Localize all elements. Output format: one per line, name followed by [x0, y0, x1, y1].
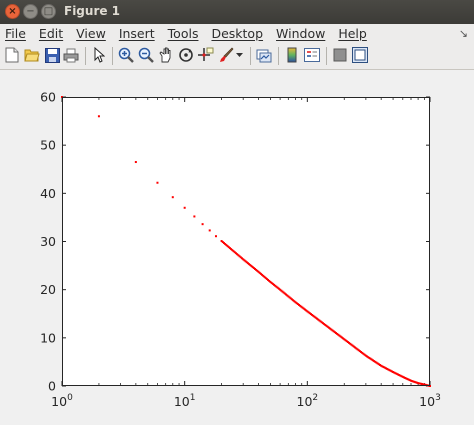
menu-bar: File Edit View Insert Tools Desktop Wind… — [0, 24, 474, 43]
x-tick-labels: 100 101 102 103 — [51, 393, 441, 409]
hide-plot-tools-icon[interactable] — [332, 47, 348, 63]
menu-insert[interactable]: Insert — [113, 26, 162, 41]
toolbar-separator — [250, 47, 251, 65]
brush-icon[interactable] — [218, 47, 234, 63]
data-point — [97, 115, 100, 118]
y-tick-label: 10 — [40, 330, 56, 345]
data-point — [208, 229, 211, 232]
menu-desktop[interactable]: Desktop — [205, 26, 270, 41]
menu-file[interactable]: File — [0, 26, 33, 41]
menu-dock-arrow-icon[interactable]: ↘ — [459, 27, 474, 40]
window-title: Figure 1 — [64, 4, 121, 18]
data-point-dense — [293, 300, 296, 303]
zoom-in-icon[interactable] — [118, 47, 134, 63]
print-icon[interactable] — [63, 47, 79, 63]
axes-background[interactable] — [62, 97, 430, 386]
y-tick-label: 50 — [40, 138, 56, 153]
figure-toolbar — [0, 43, 474, 70]
insert-legend-icon[interactable] — [304, 47, 320, 63]
data-point — [171, 196, 174, 199]
menu-window[interactable]: Window — [270, 26, 332, 41]
y-tick-labels: 0 10 20 30 40 50 60 — [40, 90, 56, 394]
data-point — [156, 181, 159, 184]
data-point-dense — [363, 353, 366, 356]
brush-dropdown-icon[interactable] — [235, 47, 243, 63]
data-point — [214, 235, 217, 238]
data-point-dense — [326, 325, 329, 328]
y-tick-label: 30 — [40, 234, 56, 249]
link-plot-icon[interactable] — [256, 47, 272, 63]
data-point — [193, 215, 196, 218]
data-point-dense — [342, 337, 345, 340]
data-point — [201, 223, 204, 226]
rotate-3d-icon[interactable] — [178, 47, 194, 63]
edit-plot-icon[interactable] — [91, 47, 107, 63]
data-point — [183, 206, 186, 209]
toolbar-separator — [85, 47, 86, 65]
new-figure-icon[interactable] — [4, 47, 20, 63]
x-tick-label: 100 — [51, 393, 73, 409]
y-tick-label: 60 — [40, 90, 56, 105]
y-tick-label: 20 — [40, 282, 56, 297]
toolbar-separator — [326, 47, 327, 65]
insert-colorbar-icon[interactable] — [284, 47, 300, 63]
zoom-out-icon[interactable] — [138, 47, 154, 63]
show-plot-tools-icon[interactable] — [352, 47, 368, 63]
menu-edit[interactable]: Edit — [33, 26, 70, 41]
data-point-dense — [256, 269, 259, 272]
x-tick-label: 103 — [419, 393, 441, 409]
y-tick-label: 0 — [48, 379, 56, 394]
data-point-dense — [240, 257, 243, 260]
close-window-button[interactable]: × — [5, 4, 20, 19]
data-point-dense — [277, 287, 280, 290]
data-point-dense — [408, 379, 411, 382]
toolbar-separator — [112, 47, 113, 65]
data-point-dense — [415, 381, 418, 384]
data-point-dense — [305, 309, 308, 312]
x-tick-label: 101 — [174, 393, 196, 409]
data-point-dense — [390, 370, 393, 373]
open-file-icon[interactable] — [24, 47, 40, 63]
menu-tools[interactable]: Tools — [162, 26, 206, 41]
x-tick-label: 102 — [297, 393, 319, 409]
data-cursor-icon[interactable] — [198, 47, 214, 63]
data-point-dense — [422, 383, 425, 386]
pan-icon[interactable] — [158, 47, 174, 63]
data-point-dense — [268, 279, 271, 282]
menu-help[interactable]: Help — [332, 26, 374, 41]
menu-view[interactable]: View — [70, 26, 113, 41]
plot-svg: 0 10 20 30 40 50 60 100 101 102 103 — [40, 90, 441, 410]
data-point — [134, 161, 137, 164]
data-point-dense — [400, 375, 403, 378]
save-icon[interactable] — [44, 47, 60, 63]
maximize-window-button[interactable]: □ — [41, 4, 56, 19]
minimize-window-button[interactable]: − — [23, 4, 38, 19]
window-title-bar: × − □ Figure 1 — [0, 0, 474, 24]
figure-canvas[interactable]: 0 10 20 30 40 50 60 100 101 102 103 — [0, 70, 474, 425]
data-point-dense — [379, 363, 382, 366]
toolbar-separator — [278, 47, 279, 65]
y-tick-label: 40 — [40, 186, 56, 201]
data-point-dense — [231, 249, 234, 252]
